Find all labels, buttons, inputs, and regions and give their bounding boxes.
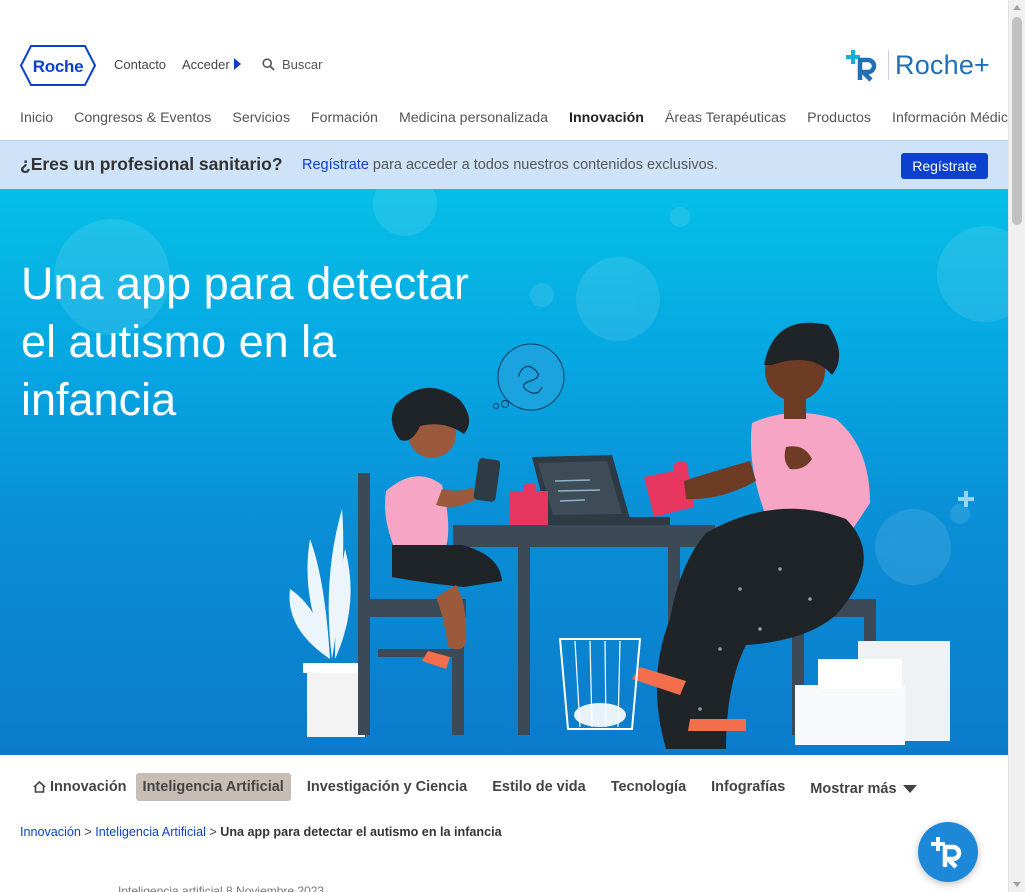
acceder-link[interactable]: Acceder	[182, 57, 241, 72]
scroll-up-arrow-icon[interactable]	[1013, 5, 1021, 10]
rocheplus-logo[interactable]: Roche+	[846, 48, 990, 82]
rocheplus-wordmark: Roche+	[895, 49, 991, 80]
nav-item-informacion-medica[interactable]: Información Médica	[892, 110, 1016, 126]
nav-item-productos[interactable]: Productos	[807, 110, 871, 126]
nav-item-areas-terapeuticas[interactable]: Áreas Terapéuticas	[665, 110, 786, 126]
banner-message: Regístrate para acceder a todos nuestros…	[302, 157, 718, 173]
nav-item-inicio[interactable]: Inicio	[20, 110, 53, 126]
subnav-home[interactable]: Innovación	[33, 779, 127, 795]
breadcrumb-inteligencia-artificial[interactable]: Inteligencia Artificial	[95, 825, 206, 839]
article-meta: Inteligencia artificial 8 Noviembre 2023	[118, 884, 325, 892]
breadcrumb: Innovación > Inteligencia Artificial > U…	[20, 825, 502, 839]
subnav-home-label: Innovación	[50, 779, 127, 795]
subnav-item-infografias[interactable]: Infografías	[711, 779, 785, 795]
caret-down-icon	[902, 784, 917, 793]
subnav-more-label: Mostrar más	[810, 780, 897, 797]
rocheplus-divider	[888, 50, 889, 80]
site-header: Roche Contacto Acceder Buscar Roche+	[0, 0, 1008, 100]
nav-item-servicios[interactable]: Servicios	[232, 110, 290, 126]
subnav-item-estilo-de-vida[interactable]: Estilo de vida	[492, 779, 585, 795]
nav-item-formacion[interactable]: Formación	[311, 110, 378, 126]
home-icon	[33, 781, 46, 793]
subnav-item-inteligencia-artificial[interactable]: Inteligencia Artificial	[135, 773, 291, 801]
nav-item-innovacion[interactable]: Innovación	[569, 110, 644, 126]
hcp-banner: ¿Eres un profesional sanitario? Regístra…	[0, 140, 1008, 189]
scroll-down-arrow-icon[interactable]	[1013, 882, 1021, 887]
roche-logo[interactable]: Roche	[20, 45, 96, 86]
category-subnav: Innovación Inteligencia Artificial Inves…	[33, 773, 917, 801]
hero-title: Una app para detectar el autismo en la i…	[21, 258, 469, 425]
contacto-link[interactable]: Contacto	[114, 57, 166, 72]
banner-register-link[interactable]: Regístrate	[302, 157, 369, 173]
breadcrumb-innovacion[interactable]: Innovación	[20, 825, 81, 839]
breadcrumb-current: Una app para detectar el autismo en la i…	[220, 825, 502, 839]
roche-plus-icon	[846, 50, 877, 82]
main-nav: Inicio Congresos & Eventos Servicios For…	[20, 110, 1025, 126]
breadcrumb-separator: >	[80, 825, 96, 839]
search-box[interactable]: Buscar	[262, 57, 322, 72]
acceder-label: Acceder	[182, 57, 230, 72]
register-button[interactable]: Regístrate	[901, 153, 988, 179]
scrollbar-thumb[interactable]	[1012, 17, 1022, 225]
search-placeholder: Buscar	[282, 57, 323, 72]
subnav-item-tecnologia[interactable]: Tecnología	[611, 779, 686, 795]
banner-message-text: para acceder a todos nuestros contenidos…	[368, 157, 718, 173]
page-scrollbar[interactable]	[1008, 0, 1025, 892]
roche-plus-icon	[931, 837, 962, 869]
banner-question: ¿Eres un profesional sanitario?	[20, 154, 283, 174]
hero: Una app para detectar el autismo en la i…	[0, 189, 1008, 755]
triangle-right-icon	[233, 58, 241, 70]
nav-item-congresos[interactable]: Congresos & Eventos	[74, 110, 211, 126]
nav-item-medicina-personalizada[interactable]: Medicina personalizada	[399, 110, 548, 126]
subnav-more-button[interactable]: Mostrar más	[810, 780, 917, 797]
roche-logo-text: Roche	[33, 57, 83, 76]
rocheplus-floating-button[interactable]	[918, 822, 978, 882]
breadcrumb-separator: >	[205, 825, 221, 839]
subnav-item-investigacion[interactable]: Investigación y Ciencia	[307, 779, 467, 795]
search-icon	[262, 58, 275, 71]
